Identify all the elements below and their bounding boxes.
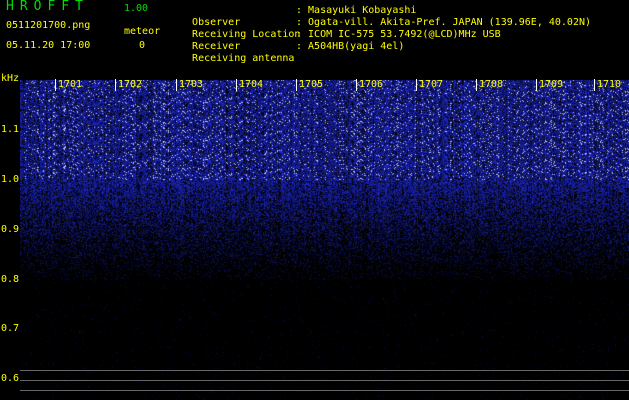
x-tick [176, 79, 177, 91]
x-tick [594, 79, 595, 91]
y-tick-label: 0.6 [1, 373, 20, 384]
file-name: 0511201700.png [6, 20, 91, 31]
receiver-value: : ICOM IC-575 53.7492(@LCD)MHz USB [296, 29, 501, 40]
reference-line [20, 370, 629, 371]
x-tick-label: 1704 [239, 79, 264, 90]
x-tick [476, 79, 477, 91]
x-tick-label: 1708 [479, 79, 504, 90]
x-tick-label: 1702 [118, 79, 143, 90]
x-tick [236, 79, 237, 91]
x-tick [416, 79, 417, 91]
antenna-row: Receiving antenna: A504HB(yagi 4el) [180, 41, 404, 65]
y-tick-label: 1.0 [1, 174, 20, 185]
y-tick-label: 0.8 [1, 274, 20, 285]
y-axis-unit: kHz [1, 73, 20, 84]
antenna-label: Receiving antenna [192, 53, 295, 64]
location-value: : Ogata-vill. Akita-Pref. JAPAN (139.96E… [296, 17, 592, 28]
x-tick-label: 1701 [58, 79, 83, 90]
waterfall-spectrogram [20, 80, 629, 400]
x-tick-label: 1707 [419, 79, 444, 90]
x-tick-label: 1705 [299, 79, 324, 90]
meteor-label: meteor [124, 26, 161, 37]
meteor-count: 0 [139, 40, 146, 51]
app-title: HROFFT [6, 0, 89, 14]
observer-value: : Masayuki Kobayashi [296, 5, 417, 16]
x-tick [115, 79, 116, 91]
reference-line [20, 380, 629, 381]
app-version: 1.00 [124, 3, 149, 14]
y-tick-label: 0.7 [1, 323, 20, 334]
x-tick-label: 1710 [597, 79, 622, 90]
y-tick-label: 1.1 [1, 124, 20, 135]
timestamp: 05.11.20 17:00 [6, 40, 91, 51]
reference-line [20, 390, 629, 391]
x-tick [296, 79, 297, 91]
y-tick-label: 0.9 [1, 224, 20, 235]
x-tick [536, 79, 537, 91]
x-tick-label: 1706 [359, 79, 384, 90]
x-tick-label: 1703 [179, 79, 204, 90]
x-tick [356, 79, 357, 91]
x-tick-label: 1709 [539, 79, 564, 90]
antenna-value: : A504HB(yagi 4el) [296, 41, 405, 52]
x-tick [55, 79, 56, 91]
